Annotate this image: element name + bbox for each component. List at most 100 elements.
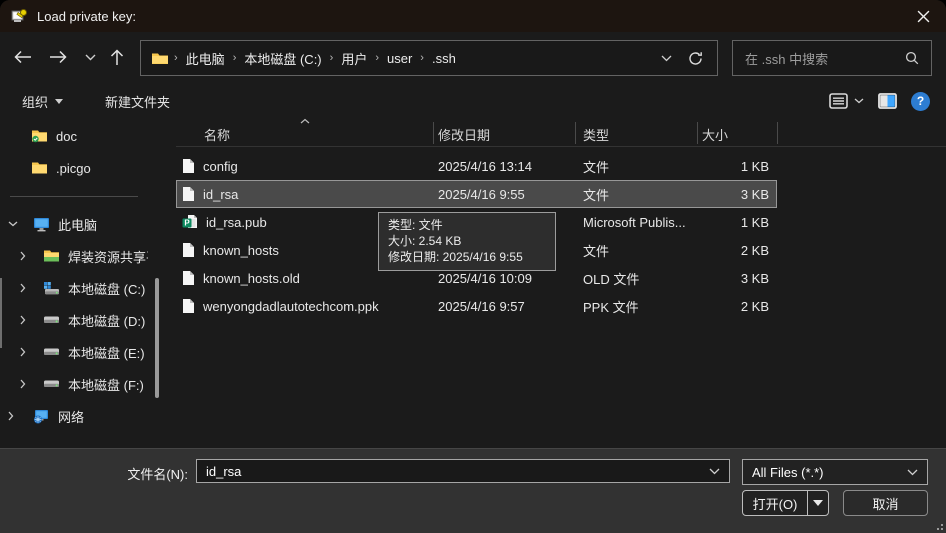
cancel-button[interactable]: 取消 <box>843 490 928 516</box>
column-header-type[interactable]: 类型 <box>583 125 609 144</box>
scrollbar-left-strip[interactable] <box>0 278 2 348</box>
sidebar-item-network[interactable]: 网络 <box>0 400 150 432</box>
file-size: 2 KB <box>697 243 777 258</box>
file-row[interactable]: config 2025/4/16 13:14 文件 1 KB <box>176 152 777 180</box>
open-button[interactable]: 打开(O) <box>742 490 829 516</box>
column-header-name[interactable]: 名称 <box>204 125 230 144</box>
file-type: 文件 <box>575 157 697 176</box>
filename-value: id_rsa <box>206 464 241 479</box>
file-type: 文件 <box>575 241 697 260</box>
titlebar: Load private key: <box>0 0 946 32</box>
breadcrumb-users[interactable]: 用户 <box>334 49 374 68</box>
sidebar-item-shared-folder[interactable]: 焊装资源共享平 <box>0 240 150 272</box>
svg-text:P: P <box>184 219 190 228</box>
column-divider[interactable] <box>777 122 778 144</box>
dialog-footer: 文件名(N): id_rsa All Files (*.*) 打开(O) 取消 <box>0 448 946 533</box>
tooltip-date: 修改日期: 2025/4/16 9:55 <box>388 249 546 265</box>
windows-drive-icon <box>42 281 60 295</box>
tooltip-size: 大小: 2.54 KB <box>388 233 546 249</box>
file-name: id_rsa.pub <box>206 215 267 230</box>
search-input[interactable]: 在 .ssh 中搜索 <box>732 40 932 76</box>
column-divider[interactable] <box>433 122 434 144</box>
chevron-down-icon[interactable] <box>709 468 720 475</box>
open-button-label: 打开(O) <box>743 494 807 513</box>
resize-grip[interactable] <box>933 520 943 530</box>
recent-locations-chevron-icon[interactable] <box>75 41 105 73</box>
cancel-button-label: 取消 <box>872 494 898 513</box>
file-icon <box>182 158 195 174</box>
file-type: 文件 <box>575 185 697 204</box>
sidebar-item-picgo[interactable]: .picgo <box>0 152 150 184</box>
address-dropdown-chevron-icon[interactable] <box>661 55 672 62</box>
chevron-collapsed-icon[interactable] <box>20 283 34 293</box>
open-dropdown-icon[interactable] <box>808 500 828 506</box>
folder-synced-icon <box>30 129 48 143</box>
forward-icon[interactable] <box>43 41 73 73</box>
drive-icon <box>42 346 60 358</box>
address-bar[interactable]: › 此电脑 › 本地磁盘 (C:) › 用户 › user › .ssh <box>140 40 718 76</box>
chevron-expanded-icon[interactable] <box>8 221 22 227</box>
column-divider[interactable] <box>575 122 576 144</box>
sidebar-item-label: 本地磁盘 (F:) <box>68 375 148 394</box>
sidebar-item-label: 本地磁盘 (D:) <box>68 311 148 330</box>
putty-key-icon <box>11 8 28 24</box>
view-mode-button[interactable] <box>829 93 864 109</box>
filename-label: 文件名(N): <box>0 464 188 483</box>
breadcrumb-user[interactable]: user <box>380 51 419 66</box>
chevron-collapsed-icon[interactable] <box>20 347 34 357</box>
sidebar-divider <box>0 184 150 208</box>
chevron-collapsed-icon[interactable] <box>20 251 34 261</box>
search-icon[interactable] <box>905 51 919 65</box>
file-size: 3 KB <box>697 187 777 202</box>
file-row-selected[interactable]: id_rsa 2025/4/16 9:55 文件 3 KB <box>176 180 777 208</box>
network-icon <box>32 409 50 424</box>
file-row[interactable]: wenyongdadlautotechcom.ppk 2025/4/16 9:5… <box>176 292 777 320</box>
chevron-down-icon <box>55 99 63 104</box>
chevron-collapsed-icon[interactable] <box>8 411 22 421</box>
load-private-key-dialog: Load private key: › 此电脑 › <box>0 0 946 533</box>
file-info-tooltip: 类型: 文件 大小: 2.54 KB 修改日期: 2025/4/16 9:55 <box>378 212 556 271</box>
column-headers: 名称 修改日期 类型 大小 <box>176 120 946 147</box>
new-folder-label: 新建文件夹 <box>105 92 170 111</box>
folder-icon <box>30 161 48 175</box>
breadcrumb-this-pc[interactable]: 此电脑 <box>179 49 232 68</box>
file-name: known_hosts.old <box>203 271 300 286</box>
command-bar: 组织 新建文件夹 <box>0 84 946 118</box>
search-placeholder: 在 .ssh 中搜索 <box>745 49 828 68</box>
column-header-size[interactable]: 大小 <box>702 125 728 144</box>
sidebar-item-local-disk-d[interactable]: 本地磁盘 (D:) <box>0 304 150 336</box>
organize-button[interactable]: 组织 <box>14 88 71 115</box>
file-size: 2 KB <box>697 299 777 314</box>
filename-input[interactable]: id_rsa <box>196 459 730 483</box>
navigation-pane: doc .picgo 此电脑 <box>0 120 150 448</box>
sidebar-item-doc[interactable]: doc <box>0 120 150 152</box>
sidebar-item-label: 本地磁盘 (E:) <box>68 343 148 362</box>
shared-folder-icon <box>42 249 60 263</box>
sidebar-item-local-disk-c[interactable]: 本地磁盘 (C:) <box>0 272 150 304</box>
close-icon[interactable] <box>900 0 946 32</box>
column-divider[interactable] <box>697 122 698 144</box>
sidebar-item-label: 此电脑 <box>58 215 148 234</box>
file-size: 1 KB <box>697 159 777 174</box>
chevron-collapsed-icon[interactable] <box>20 315 34 325</box>
file-icon <box>182 242 195 258</box>
file-date: 2025/4/16 9:57 <box>433 299 575 314</box>
new-folder-button[interactable]: 新建文件夹 <box>97 88 178 115</box>
sidebar-item-local-disk-e[interactable]: 本地磁盘 (E:) <box>0 336 150 368</box>
chevron-collapsed-icon[interactable] <box>20 379 34 389</box>
file-type-filter-select[interactable]: All Files (*.*) <box>742 459 928 485</box>
breadcrumb-local-disk-c[interactable]: 本地磁盘 (C:) <box>237 49 328 68</box>
sidebar-item-local-disk-f[interactable]: 本地磁盘 (F:) <box>0 368 150 400</box>
breadcrumb-ssh[interactable]: .ssh <box>425 51 463 66</box>
up-icon[interactable] <box>102 41 132 73</box>
refresh-icon[interactable] <box>688 51 703 66</box>
back-icon[interactable] <box>8 41 38 73</box>
navigation-bar: › 此电脑 › 本地磁盘 (C:) › 用户 › user › .ssh 在 .… <box>0 32 946 82</box>
sidebar-item-label: 网络 <box>58 407 148 426</box>
chevron-down-icon <box>854 98 864 104</box>
sidebar-scrollbar[interactable] <box>155 278 159 398</box>
preview-pane-icon[interactable] <box>878 93 897 109</box>
help-icon[interactable] <box>911 92 930 111</box>
column-header-date[interactable]: 修改日期 <box>438 125 490 144</box>
sidebar-item-this-pc[interactable]: 此电脑 <box>0 208 150 240</box>
